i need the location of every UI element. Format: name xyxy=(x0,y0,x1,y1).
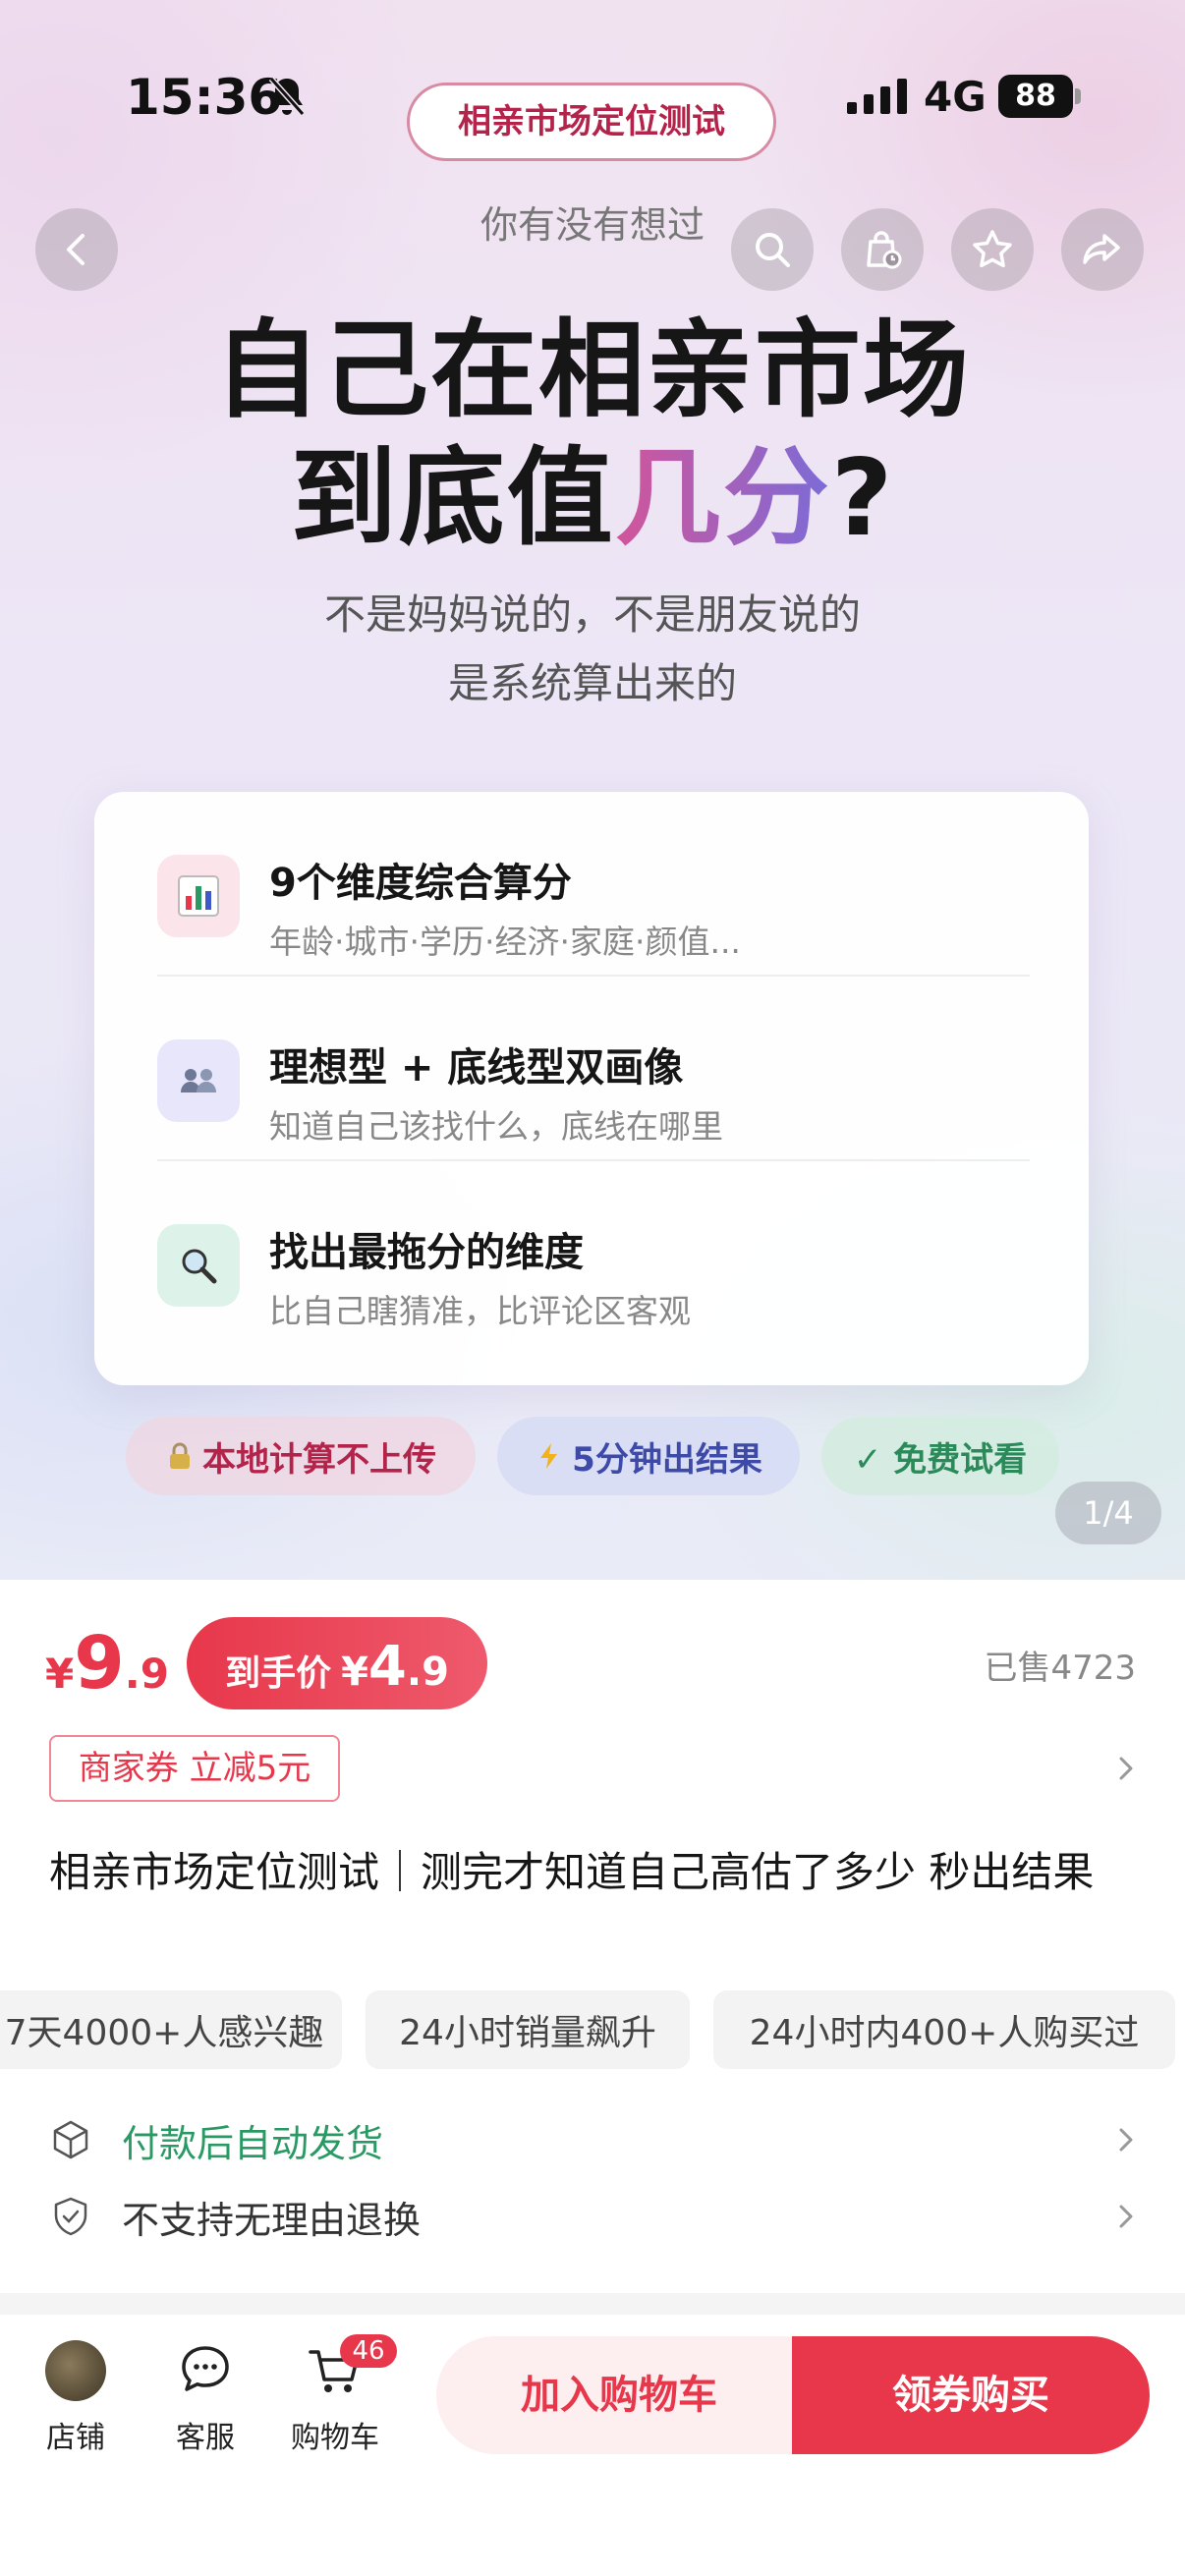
hint-chip: 24小时内400+人购买过 xyxy=(713,1990,1175,2069)
bell-off-icon xyxy=(268,77,306,116)
shield-icon xyxy=(54,2197,87,2236)
tag-local-compute: 本地计算不上传 xyxy=(126,1417,476,1495)
hero-subtitle-line2: 是系统算出来的 xyxy=(447,659,737,707)
feature-item: 9个维度综合算分 年龄·城市·学历·经济·家庭·颜值... xyxy=(157,792,1030,975)
final-price-badge: 到手价 ¥4.9 xyxy=(187,1617,487,1709)
feature-item: 理想型 + 底线型双画像 知道自己该找什么，底线在哪里 xyxy=(157,977,1030,1159)
lock-icon xyxy=(170,1442,190,1469)
status-time: 15:36 xyxy=(126,69,283,126)
cart-count-badge: 46 xyxy=(340,2334,397,2368)
headline-highlight: 几分 xyxy=(614,437,831,560)
bar-chart-icon xyxy=(157,855,240,937)
hint-chip: 24小时销量飙升 xyxy=(366,1990,690,2069)
product-title: 相亲市场定位测试｜测完才知道自己高估了多少 秒出结果 xyxy=(49,1848,1095,1896)
page-title-pill: 相亲市场定位测试 xyxy=(407,83,776,161)
network-type: 4G xyxy=(924,73,987,121)
coupon-tag[interactable]: 商家券 立减5元 xyxy=(49,1735,340,1802)
carousel-page-indicator: 1/4 xyxy=(1055,1482,1161,1544)
hero-headline-line2: 到底值几分? xyxy=(290,437,895,560)
shop-avatar xyxy=(45,2340,106,2401)
battery-icon: 88 xyxy=(998,75,1081,118)
tag-free-trial: ✓ 免费试看 xyxy=(821,1417,1059,1495)
bottom-action-bar: 店铺 客服 46 购物车 加入购物车 领券购买 xyxy=(0,2315,1185,2576)
add-to-cart-button[interactable]: 加入购物车 xyxy=(436,2336,802,2454)
people-icon xyxy=(157,1039,240,1122)
service-auto-delivery[interactable]: 付款后自动发货 xyxy=(49,2110,1140,2169)
hint-chip: 7天4000+人感兴趣 xyxy=(0,1990,342,2069)
lightning-icon xyxy=(540,1443,558,1469)
service-text: 付款后自动发货 xyxy=(122,2121,384,2165)
chat-bubble-icon xyxy=(182,2346,229,2391)
section-divider xyxy=(0,2293,1185,2315)
sold-count: 已售4723 xyxy=(984,1649,1136,1688)
feature-desc: 比自己瞎猜准，比评论区客观 xyxy=(269,1292,691,1330)
hero-subtitle-line1: 不是妈妈说的，不是朋友说的 xyxy=(323,590,861,639)
product-image-carousel[interactable]: 15:36 相亲市场定位测试 4G 88 你有没有想过 自己在相亲市场 到底值几… xyxy=(0,0,1185,1580)
shipping-box-icon xyxy=(53,2120,88,2159)
cellular-signal-icon xyxy=(847,79,907,114)
battery-level: 88 xyxy=(998,75,1073,118)
cart-label: 购物车 xyxy=(291,2421,379,2455)
service-no-return[interactable]: 不支持无理由退换 xyxy=(49,2187,1140,2246)
service-label: 客服 xyxy=(176,2421,235,2455)
feature-title: 找出最拖分的维度 xyxy=(269,1230,584,1275)
feature-title: 理想型 + 底线型双画像 xyxy=(269,1045,684,1091)
feature-desc: 知道自己该找什么，底线在哪里 xyxy=(269,1107,723,1146)
service-text: 不支持无理由退换 xyxy=(122,2198,422,2242)
magnifier-icon xyxy=(157,1224,240,1307)
chevron-right-icon[interactable] xyxy=(1108,2122,1144,2157)
hero-eyebrow: 你有没有想过 xyxy=(480,203,705,247)
feature-title: 9个维度综合算分 xyxy=(269,861,572,906)
feature-item: 找出最拖分的维度 比自己瞎猜准，比评论区客观 xyxy=(157,1161,1030,1344)
chevron-right-icon[interactable] xyxy=(1108,1751,1144,1786)
tag-fast-result: 5分钟出结果 xyxy=(497,1417,800,1495)
feature-desc: 年龄·城市·学历·经济·家庭·颜值... xyxy=(269,923,741,961)
feature-card: 9个维度综合算分 年龄·城市·学历·经济·家庭·颜值... 理想型 + 底线型双… xyxy=(94,792,1089,1385)
buy-with-coupon-button[interactable]: 领券购买 xyxy=(792,2336,1150,2454)
original-price: ¥9.9 xyxy=(45,1621,169,1706)
shop-label: 店铺 xyxy=(46,2421,105,2455)
chevron-right-icon[interactable] xyxy=(1108,2199,1144,2234)
